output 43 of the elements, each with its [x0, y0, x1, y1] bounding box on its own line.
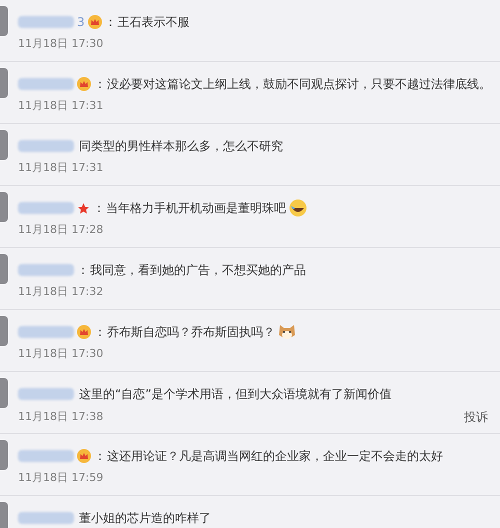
comment-time: 11月18日 17:59: [18, 470, 104, 486]
comment-text: 没必要对这篇论文上纲上线，鼓励不同观点探讨，只要不越过法律底线。: [107, 76, 491, 93]
comment-text: 我同意，看到她的广告，不想买她的产品: [90, 262, 306, 279]
comment-text: 乔布斯自恋吗？乔布斯固执吗？: [107, 324, 275, 341]
blurred-username[interactable]: [18, 16, 74, 28]
comment-time: 11月18日 17:38: [18, 408, 104, 425]
colon: ：: [104, 14, 117, 31]
colon: ：: [93, 200, 105, 217]
blurred-username[interactable]: [18, 140, 74, 152]
blurred-username[interactable]: [18, 264, 74, 276]
colon: ：: [77, 262, 89, 279]
avatar[interactable]: [0, 254, 8, 284]
comment-text: 这里的“自恋”是个学术用语，但到大众语境就有了新闻价值: [79, 386, 392, 403]
avatar[interactable]: [0, 68, 8, 98]
avatar[interactable]: [0, 6, 8, 36]
colon: ：: [94, 448, 106, 465]
comment-time: 11月18日 17:32: [18, 284, 104, 300]
blurred-username[interactable]: [18, 202, 74, 214]
comment-time: 11月18日 17:30: [18, 346, 104, 362]
avatar[interactable]: [0, 440, 8, 470]
blurred-username[interactable]: [18, 388, 74, 400]
blurred-username[interactable]: [18, 512, 74, 524]
report-link[interactable]: 投诉: [464, 408, 488, 426]
comment-time: 11月18日 17:30: [18, 36, 104, 52]
avatar[interactable]: [0, 502, 8, 528]
comment-time: 11月18日 17:31: [18, 98, 104, 114]
comment-time: 11月18日 17:31: [18, 160, 104, 176]
colon: ：: [94, 76, 106, 93]
avatar[interactable]: [0, 192, 8, 222]
blurred-username[interactable]: [18, 78, 74, 90]
comment-text: 同类型的男性样本那么多，怎么不研究: [79, 138, 283, 155]
username-tail: 3: [77, 14, 85, 31]
avatar[interactable]: [0, 316, 8, 346]
avatar[interactable]: [0, 378, 8, 408]
avatar[interactable]: [0, 130, 8, 160]
comment-time: 11月18日 17:28: [18, 222, 104, 238]
comment-text: 当年格力手机开机动画是董明珠吧: [106, 200, 286, 217]
comment-text: 董小姐的芯片造的咋样了: [79, 510, 211, 527]
comment-text: 王石表示不服: [118, 14, 190, 31]
comment-text: 这还用论证？凡是高调当网红的企业家，企业一定不会走的太好: [107, 448, 443, 465]
colon: ：: [94, 324, 106, 341]
blurred-username[interactable]: [18, 326, 74, 338]
blurred-username[interactable]: [18, 450, 74, 462]
